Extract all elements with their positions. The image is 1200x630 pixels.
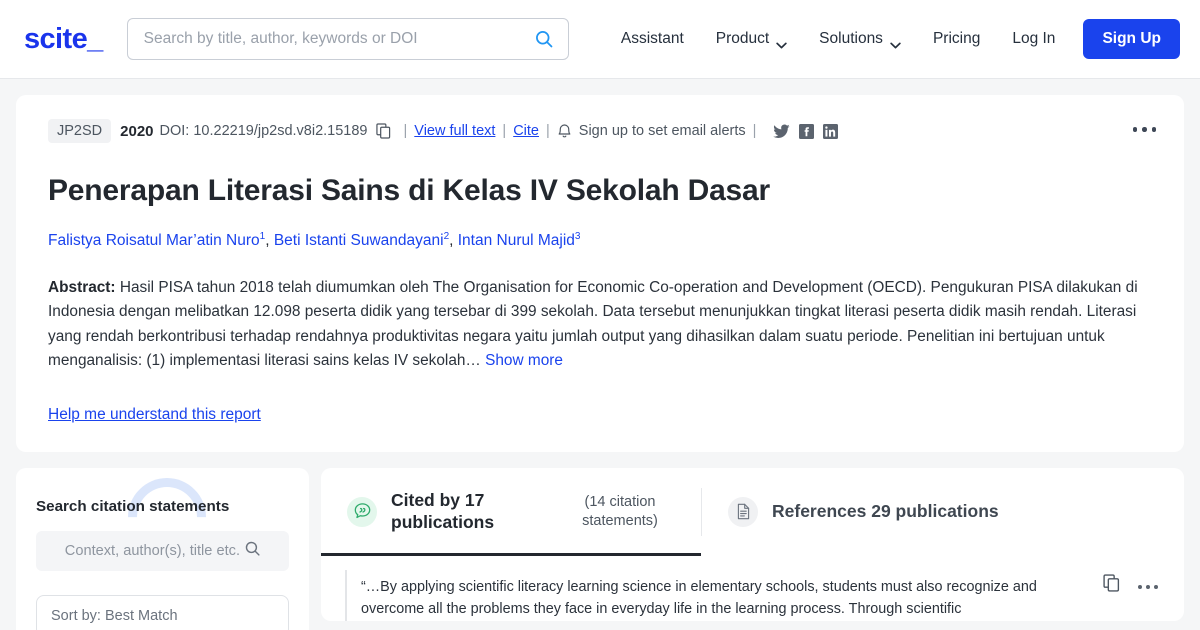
linkedin-icon[interactable] bbox=[823, 123, 839, 139]
author-link[interactable]: Intan Nurul Majid3 bbox=[457, 231, 581, 250]
abstract: Abstract: Hasil PISA tahun 2018 telah di… bbox=[48, 276, 1152, 373]
scite-logo[interactable]: scite_ bbox=[24, 23, 103, 56]
global-search[interactable] bbox=[126, 18, 569, 60]
citation-statement-text: “…By applying scientific literacy learni… bbox=[361, 578, 1037, 618]
lower-section: Search citation statements Sort by: Best… bbox=[16, 468, 1184, 630]
page-title: Penerapan Literasi Sains di Kelas IV Sek… bbox=[48, 174, 770, 207]
copy-doi-icon[interactable] bbox=[375, 123, 391, 139]
citation-statement-actions bbox=[1103, 574, 1158, 599]
citation-sort-value: Sort by: Best Match bbox=[51, 608, 178, 625]
publication-year: 2020 bbox=[120, 122, 154, 140]
citation-tabs: Cited by 17 publications (14 citation st… bbox=[321, 468, 1184, 556]
citation-search-sidebar: Search citation statements Sort by: Best… bbox=[16, 468, 309, 630]
main-nav: Assistant Product Solutions Pricing Log … bbox=[605, 19, 1180, 59]
abstract-label: Abstract: bbox=[48, 278, 116, 296]
search-icon[interactable] bbox=[244, 540, 261, 562]
tab-references[interactable]: References 29 publications bbox=[702, 468, 1025, 556]
facebook-icon[interactable] bbox=[799, 123, 815, 139]
author-link[interactable]: Beti Istanti Suwandayani2 bbox=[273, 231, 449, 250]
chevron-down-icon bbox=[776, 36, 787, 48]
author-name: Beti Istanti Suwandayani bbox=[273, 232, 444, 250]
cite-link[interactable]: Cite bbox=[513, 123, 539, 139]
doi-text: DOI: 10.22219/jp2sd.v8i2.15189 bbox=[159, 123, 368, 139]
author-name: Intan Nurul Majid bbox=[457, 232, 575, 250]
quote-bubble-icon bbox=[347, 496, 377, 527]
nav-item-assistant[interactable]: Assistant bbox=[605, 22, 700, 56]
sidebar-title: Search citation statements bbox=[36, 498, 230, 516]
citation-statement: “…By applying scientific literacy learni… bbox=[345, 569, 1164, 621]
abstract-text: Hasil PISA tahun 2018 telah diumumkan ol… bbox=[48, 278, 1138, 369]
nav-label: Pricing bbox=[932, 30, 981, 47]
bell-icon[interactable] bbox=[557, 123, 572, 139]
search-input[interactable] bbox=[143, 30, 534, 48]
tab-references-label: References 29 publications bbox=[772, 500, 999, 521]
chevron-down-icon bbox=[890, 36, 901, 48]
author-link[interactable]: Falistya Roisatul Mar’atin Nuro1 bbox=[48, 231, 265, 250]
citation-search-input[interactable] bbox=[64, 543, 240, 560]
paper-metadata-row: JP2SD 2020 DOI: 10.22219/jp2sd.v8i2.1518… bbox=[48, 119, 1152, 143]
site-header: scite_ Assistant Product Solutions Prici… bbox=[0, 0, 1200, 79]
page-content: JP2SD 2020 DOI: 10.22219/jp2sd.v8i2.1518… bbox=[0, 79, 1200, 630]
nav-item-solutions[interactable]: Solutions bbox=[803, 22, 917, 56]
paper-more-options-icon[interactable] bbox=[1127, 121, 1163, 138]
search-icon[interactable] bbox=[534, 29, 554, 49]
document-icon bbox=[728, 496, 758, 527]
author-list: Falistya Roisatul Mar’atin Nuro1, Beti I… bbox=[48, 230, 1152, 252]
view-full-text-link[interactable]: View full text bbox=[414, 123, 495, 139]
citation-sort-select[interactable]: Sort by: Best Match bbox=[36, 595, 289, 630]
tab-cited-by[interactable]: Cited by 17 publications (14 citation st… bbox=[321, 468, 701, 556]
nav-item-login[interactable]: Log In bbox=[996, 22, 1071, 56]
tab-cited-by-label: Cited by 17 publications bbox=[391, 490, 495, 532]
author-separator: , bbox=[449, 232, 458, 250]
tab-cited-by-sublabel: (14 citation statements) bbox=[582, 494, 658, 529]
meta-separator: | bbox=[502, 123, 507, 139]
nav-item-product[interactable]: Product bbox=[700, 22, 803, 56]
nav-label: Log In bbox=[1012, 30, 1056, 47]
meta-separator: | bbox=[546, 123, 550, 139]
paper-card: JP2SD 2020 DOI: 10.22219/jp2sd.v8i2.1518… bbox=[16, 95, 1184, 453]
meta-separator: | bbox=[403, 123, 408, 139]
social-share-group bbox=[773, 123, 839, 139]
more-dots-icon[interactable] bbox=[1138, 584, 1158, 589]
nav-item-pricing[interactable]: Pricing bbox=[917, 22, 996, 56]
sign-up-button[interactable]: Sign Up bbox=[1083, 19, 1180, 59]
twitter-icon[interactable] bbox=[773, 124, 791, 139]
nav-label: Product bbox=[715, 30, 770, 47]
author-affiliation-marker: 3 bbox=[574, 231, 581, 242]
help-understand-report-link[interactable]: Help me understand this report bbox=[48, 406, 261, 424]
citation-search-field[interactable] bbox=[36, 531, 289, 572]
citations-panel: Cited by 17 publications (14 citation st… bbox=[321, 468, 1184, 621]
nav-label: Assistant bbox=[620, 30, 684, 47]
meta-separator: | bbox=[752, 123, 757, 139]
author-name: Falistya Roisatul Mar’atin Nuro bbox=[48, 232, 260, 250]
journal-badge[interactable]: JP2SD bbox=[48, 119, 112, 143]
author-separator: , bbox=[265, 232, 274, 250]
email-alerts-link[interactable]: Sign up to set email alerts bbox=[579, 123, 746, 139]
nav-label: Solutions bbox=[819, 30, 883, 47]
show-more-link[interactable]: Show more bbox=[485, 352, 563, 369]
copy-icon[interactable] bbox=[1103, 574, 1120, 599]
